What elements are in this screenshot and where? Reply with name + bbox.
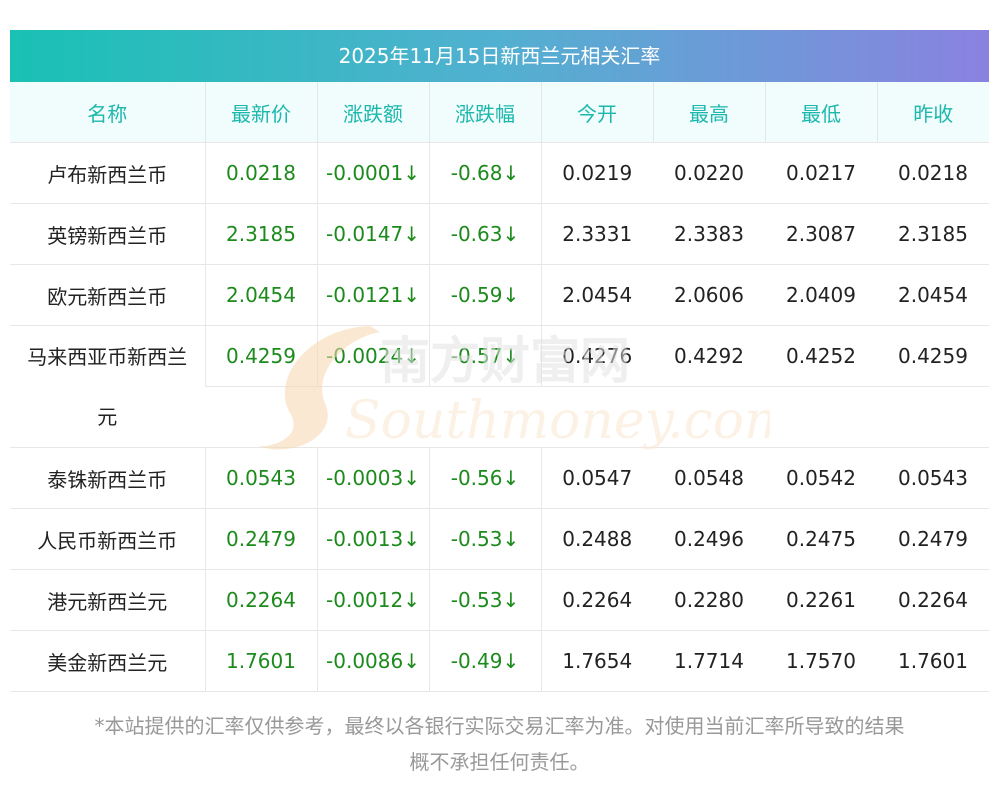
- low-price: 0.0542: [765, 447, 877, 509]
- change-amount: -0.0003↓: [316, 447, 429, 509]
- low-price: 0.0217: [765, 142, 877, 204]
- table-row: 马来西亚币新西兰 元 0.4259 -0.0024↓ -0.57↓ 0.4276…: [10, 325, 989, 448]
- prev-close: 0.4259: [877, 325, 989, 387]
- column-header-change-pct: 涨跌幅: [428, 82, 541, 143]
- table-title: 2025年11月15日新西兰元相关汇率: [10, 30, 989, 82]
- exchange-rate-table: 名称 最新价 涨跌额 涨跌幅 今开 最高 最低 昨收 卢布新西兰币 0.0218…: [10, 82, 989, 692]
- high-price: 1.7714: [653, 630, 765, 692]
- table-row: 英镑新西兰币 2.3185 -0.0147↓ -0.63↓ 2.3331 2.3…: [10, 203, 989, 265]
- table-row: 人民币新西兰币 0.2479 -0.0013↓ -0.53↓ 0.2488 0.…: [10, 508, 989, 570]
- column-header-high: 最高: [652, 82, 765, 143]
- latest-price: 2.3185: [204, 203, 317, 265]
- change-percent: -0.53↓: [428, 508, 541, 570]
- currency-name-line1: 马来西亚币新西兰: [27, 344, 188, 369]
- table-header-row: 名称 最新价 涨跌额 涨跌幅 今开 最高 最低 昨收: [10, 82, 989, 143]
- latest-price: 1.7601: [204, 630, 317, 692]
- exchange-rate-panel: 2025年11月15日新西兰元相关汇率 名称 最新价 涨跌额 涨跌幅 今开 最高…: [10, 30, 989, 692]
- disclaimer-line2: 概不承担任何责任。: [409, 750, 590, 774]
- table-row: 卢布新西兰币 0.0218 -0.0001↓ -0.68↓ 0.0219 0.0…: [10, 142, 989, 204]
- high-price: 0.4292: [653, 325, 765, 387]
- low-price: 0.4252: [765, 325, 877, 387]
- open-price: 0.2488: [540, 508, 653, 570]
- high-price: 0.2280: [653, 569, 765, 631]
- currency-name: 欧元新西兰币: [10, 264, 205, 326]
- currency-name-line2: 元: [97, 404, 118, 429]
- prev-close: 2.3185: [877, 203, 989, 265]
- column-header-prev-close: 昨收: [876, 82, 989, 143]
- latest-price: 0.0543: [204, 447, 317, 509]
- latest-price: 0.2479: [204, 508, 317, 570]
- currency-name: 港元新西兰元: [10, 569, 205, 631]
- currency-name: 美金新西兰元: [10, 630, 205, 692]
- change-percent: -0.49↓: [428, 630, 541, 692]
- change-amount: -0.0121↓: [316, 264, 429, 326]
- open-price: 2.0454: [540, 264, 653, 326]
- currency-name: 英镑新西兰币: [10, 203, 205, 265]
- low-price: 2.3087: [765, 203, 877, 265]
- high-price: 0.0548: [653, 447, 765, 509]
- change-amount: -0.0086↓: [316, 630, 429, 692]
- currency-name: 马来西亚币新西兰 元: [10, 325, 205, 448]
- open-price: 1.7654: [540, 630, 653, 692]
- latest-price: 0.2264: [204, 569, 317, 631]
- table-row: 泰铢新西兰币 0.0543 -0.0003↓ -0.56↓ 0.0547 0.0…: [10, 447, 989, 509]
- open-price: 0.4276: [540, 325, 653, 387]
- prev-close: 1.7601: [877, 630, 989, 692]
- high-price: 2.0606: [653, 264, 765, 326]
- column-header-change: 涨跌额: [316, 82, 429, 143]
- high-price: 0.0220: [653, 142, 765, 204]
- low-price: 0.2261: [765, 569, 877, 631]
- column-header-open: 今开: [540, 82, 653, 143]
- change-percent: -0.57↓: [428, 325, 541, 387]
- column-header-name: 名称: [10, 82, 205, 143]
- change-percent: -0.56↓: [428, 447, 541, 509]
- table-row: 美金新西兰元 1.7601 -0.0086↓ -0.49↓ 1.7654 1.7…: [10, 630, 989, 692]
- column-header-latest: 最新价: [204, 82, 317, 143]
- currency-name: 卢布新西兰币: [10, 142, 205, 204]
- change-percent: -0.63↓: [428, 203, 541, 265]
- low-price: 2.0409: [765, 264, 877, 326]
- prev-close: 0.0543: [877, 447, 989, 509]
- open-price: 0.0219: [540, 142, 653, 204]
- open-price: 0.0547: [540, 447, 653, 509]
- change-amount: -0.0012↓: [316, 569, 429, 631]
- latest-price: 0.4259: [204, 325, 317, 387]
- change-amount: -0.0013↓: [316, 508, 429, 570]
- currency-name: 人民币新西兰币: [10, 508, 205, 570]
- open-price: 0.2264: [540, 569, 653, 631]
- table-row: 欧元新西兰币 2.0454 -0.0121↓ -0.59↓ 2.0454 2.0…: [10, 264, 989, 326]
- change-amount: -0.0024↓: [316, 325, 429, 387]
- prev-close: 0.0218: [877, 142, 989, 204]
- high-price: 0.2496: [653, 508, 765, 570]
- low-price: 0.2475: [765, 508, 877, 570]
- prev-close: 0.2479: [877, 508, 989, 570]
- change-amount: -0.0147↓: [316, 203, 429, 265]
- open-price: 2.3331: [540, 203, 653, 265]
- change-percent: -0.53↓: [428, 569, 541, 631]
- column-header-low: 最低: [764, 82, 877, 143]
- prev-close: 0.2264: [877, 569, 989, 631]
- disclaimer-line1: *本站提供的汇率仅供参考，最终以各银行实际交易汇率为准。对使用当前汇率所导致的结…: [94, 714, 905, 738]
- high-price: 2.3383: [653, 203, 765, 265]
- empty-cell: [205, 386, 989, 448]
- change-amount: -0.0001↓: [316, 142, 429, 204]
- table-row: 港元新西兰元 0.2264 -0.0012↓ -0.53↓ 0.2264 0.2…: [10, 569, 989, 631]
- prev-close: 2.0454: [877, 264, 989, 326]
- latest-price: 0.0218: [204, 142, 317, 204]
- currency-name: 泰铢新西兰币: [10, 447, 205, 509]
- low-price: 1.7570: [765, 630, 877, 692]
- change-percent: -0.68↓: [428, 142, 541, 204]
- change-percent: -0.59↓: [428, 264, 541, 326]
- disclaimer: *本站提供的汇率仅供参考，最终以各银行实际交易汇率为准。对使用当前汇率所导致的结…: [10, 708, 989, 780]
- latest-price: 2.0454: [204, 264, 317, 326]
